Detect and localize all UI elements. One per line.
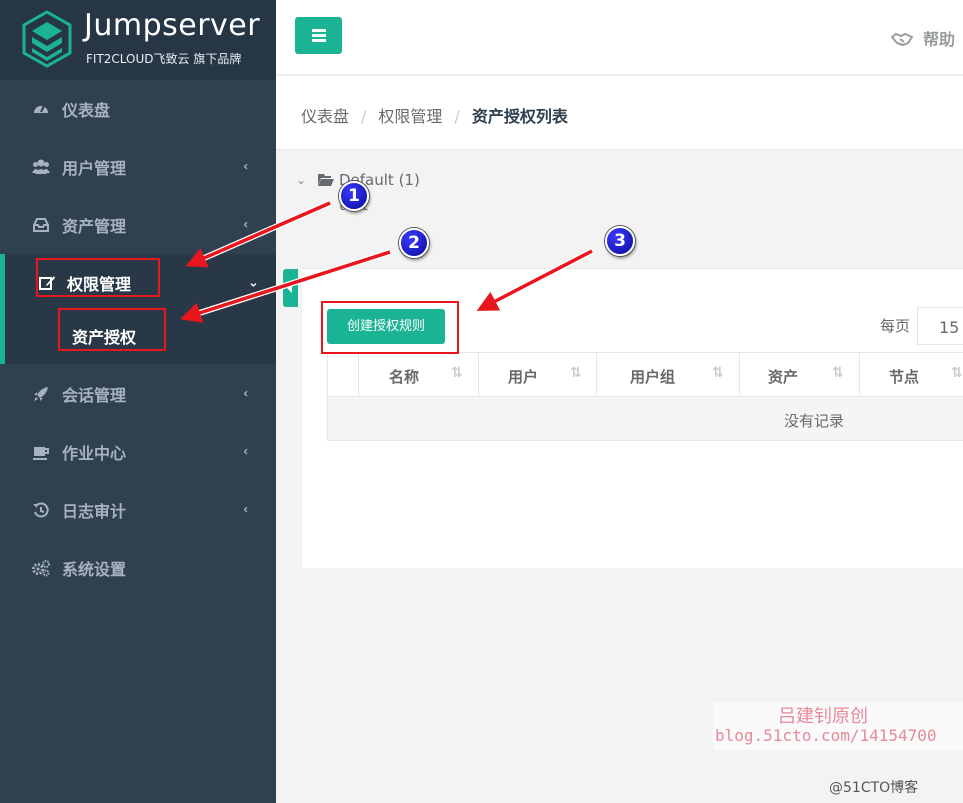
sort-icon: ⇅: [951, 365, 963, 381]
brand-subtitle: FIT2CLOUD飞致云 旗下品牌: [86, 52, 242, 66]
gears-icon: [32, 560, 50, 577]
jumpserver-logo-icon: [22, 10, 72, 68]
top-navbar: 帮助: [276, 0, 963, 75]
menu-toggle-button[interactable]: [295, 17, 342, 54]
sidebar-item-assets[interactable]: 资产管理 ‹: [0, 196, 276, 254]
page-heading: 仪表盘 / 权限管理 / 资产授权列表: [276, 76, 963, 150]
sidebar: Jumpserver FIT2CLOUD飞致云 旗下品牌 仪表盘 用户管理 ‹ …: [0, 0, 276, 803]
sidebar-item-label: 作业中心: [62, 444, 127, 463]
breadcrumb-item-permissions[interactable]: 权限管理: [378, 107, 442, 126]
help-label: 帮助: [923, 30, 956, 49]
sort-icon: ⇅: [712, 365, 724, 381]
column-header-name[interactable]: 名称 ⇅: [358, 353, 478, 396]
chevron-left-icon: ‹: [243, 502, 249, 518]
watermark-url: blog.51cto.com/14154700: [715, 726, 937, 745]
inbox-icon: [33, 218, 49, 232]
per-page-select[interactable]: 15: [917, 307, 963, 345]
highlight-box-permissions: [36, 258, 160, 297]
chevron-left-icon: ‹: [243, 159, 249, 175]
sidebar-item-settings[interactable]: 系统设置: [0, 539, 276, 597]
column-header-user[interactable]: 用户 ⇅: [478, 353, 596, 396]
breadcrumb-separator: /: [454, 107, 460, 126]
tree-toggle-icon[interactable]: ⌄: [296, 173, 306, 187]
breadcrumb-item-dashboard[interactable]: 仪表盘: [301, 107, 349, 126]
tree-collapse-button[interactable]: [283, 269, 298, 307]
rocket-icon: [34, 387, 48, 401]
folder-open-icon: [318, 174, 334, 186]
sidebar-item-label: 用户管理: [62, 159, 127, 178]
coffee-icon: [33, 447, 49, 460]
help-link[interactable]: 帮助: [891, 26, 955, 50]
breadcrumb-current: 资产授权列表: [471, 107, 568, 126]
users-icon: [32, 159, 50, 174]
brand-title: Jumpserver: [84, 8, 261, 43]
empty-message: 没有记录: [784, 412, 845, 430]
chevron-down-icon: ⌄: [248, 275, 259, 291]
per-page-value: 15: [939, 318, 960, 337]
breadcrumb: 仪表盘 / 权限管理 / 资产授权列表: [301, 103, 568, 127]
sidebar-item-label: 会话管理: [62, 386, 127, 405]
breadcrumb-separator: /: [361, 107, 367, 126]
sidebar-item-label: 系统设置: [62, 560, 127, 579]
history-icon: [33, 502, 49, 518]
handshake-icon: [891, 32, 913, 47]
dashboard-icon: [34, 105, 48, 113]
sidebar-item-users[interactable]: 用户管理 ‹: [0, 138, 276, 196]
chevron-left-icon: ‹: [243, 444, 249, 460]
chevron-left-icon: ‹: [243, 386, 249, 402]
table-header: 名称 ⇅ 用户 ⇅ 用户组 ⇅ 资产 ⇅ 节点 ⇅: [327, 352, 963, 397]
sidebar-item-sessions[interactable]: 会话管理 ‹: [0, 365, 276, 423]
step-badge-2: 2: [399, 228, 429, 258]
chevron-left-icon: ‹: [243, 217, 249, 233]
sidebar-item-label: 日志审计: [62, 502, 127, 521]
brand-logo[interactable]: Jumpserver FIT2CLOUD飞致云 旗下品牌: [0, 0, 276, 80]
sidebar-item-label: 资产管理: [62, 217, 127, 236]
sort-icon: ⇅: [570, 365, 582, 381]
step-badge-3: 3: [605, 226, 635, 256]
watermark-author: 吕建钊原创: [778, 706, 868, 727]
step-badge-1: 1: [339, 181, 369, 211]
watermark-site: @51CTO博客: [829, 780, 919, 796]
sidebar-item-dashboard[interactable]: 仪表盘: [0, 80, 276, 138]
sidebar-item-audit[interactable]: 日志审计 ‹: [0, 481, 276, 539]
hamburger-icon: [312, 29, 326, 32]
highlight-box-create-button: [321, 301, 459, 354]
column-header-asset[interactable]: 资产 ⇅: [739, 353, 859, 396]
sidebar-item-label: 仪表盘: [62, 101, 111, 120]
highlight-box-asset-permission: [58, 308, 166, 351]
sort-icon: ⇅: [451, 365, 463, 381]
column-header-user-group[interactable]: 用户组 ⇅: [596, 353, 739, 396]
per-page-label: 每页: [880, 317, 911, 335]
table-row-empty: 没有记录: [327, 397, 963, 441]
column-header-node[interactable]: 节点 ⇅: [859, 353, 963, 396]
sort-icon: ⇅: [832, 365, 844, 381]
sidebar-item-jobs[interactable]: 作业中心 ‹: [0, 423, 276, 481]
